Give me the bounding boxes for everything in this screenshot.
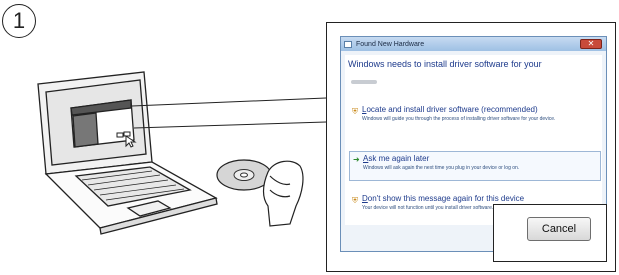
arrow-right-icon: ➜ (353, 155, 360, 164)
close-button[interactable]: ✕ (580, 39, 602, 49)
option-title: Ask me again later (363, 154, 430, 163)
step-number: 1 (2, 4, 36, 38)
option-description: Windows will ask again the next time you… (363, 165, 520, 171)
hand-illustration (262, 160, 304, 227)
cancel-callout: Cancel (493, 204, 607, 262)
device-name-blurred (351, 80, 377, 84)
dialog-content: Windows needs to install driver software… (345, 55, 602, 225)
option-title: Don't show this message again for this d… (362, 194, 525, 203)
dialog-titlebar: Found New Hardware ✕ (341, 37, 606, 51)
dialog-title: Found New Hardware (356, 40, 425, 48)
hardware-icon (344, 40, 352, 48)
laptop-illustration (37, 71, 218, 235)
callout-lines (131, 97, 327, 129)
option-locate-install[interactable]: ⛨ Locate and install driver software (re… (349, 105, 601, 133)
shield-icon: ⛨ (352, 196, 358, 205)
option-ask-later[interactable]: ➜ Ask me again later Windows will ask ag… (349, 151, 601, 181)
option-title: Locate and install driver software (reco… (362, 105, 538, 114)
cancel-button[interactable]: Cancel (527, 217, 591, 241)
option-description: Windows will guide you through the proce… (362, 116, 556, 122)
cd-disc-icon (216, 159, 272, 191)
dialog-heading: Windows needs to install driver software… (348, 59, 542, 69)
shield-icon: ⛨ (352, 107, 358, 116)
